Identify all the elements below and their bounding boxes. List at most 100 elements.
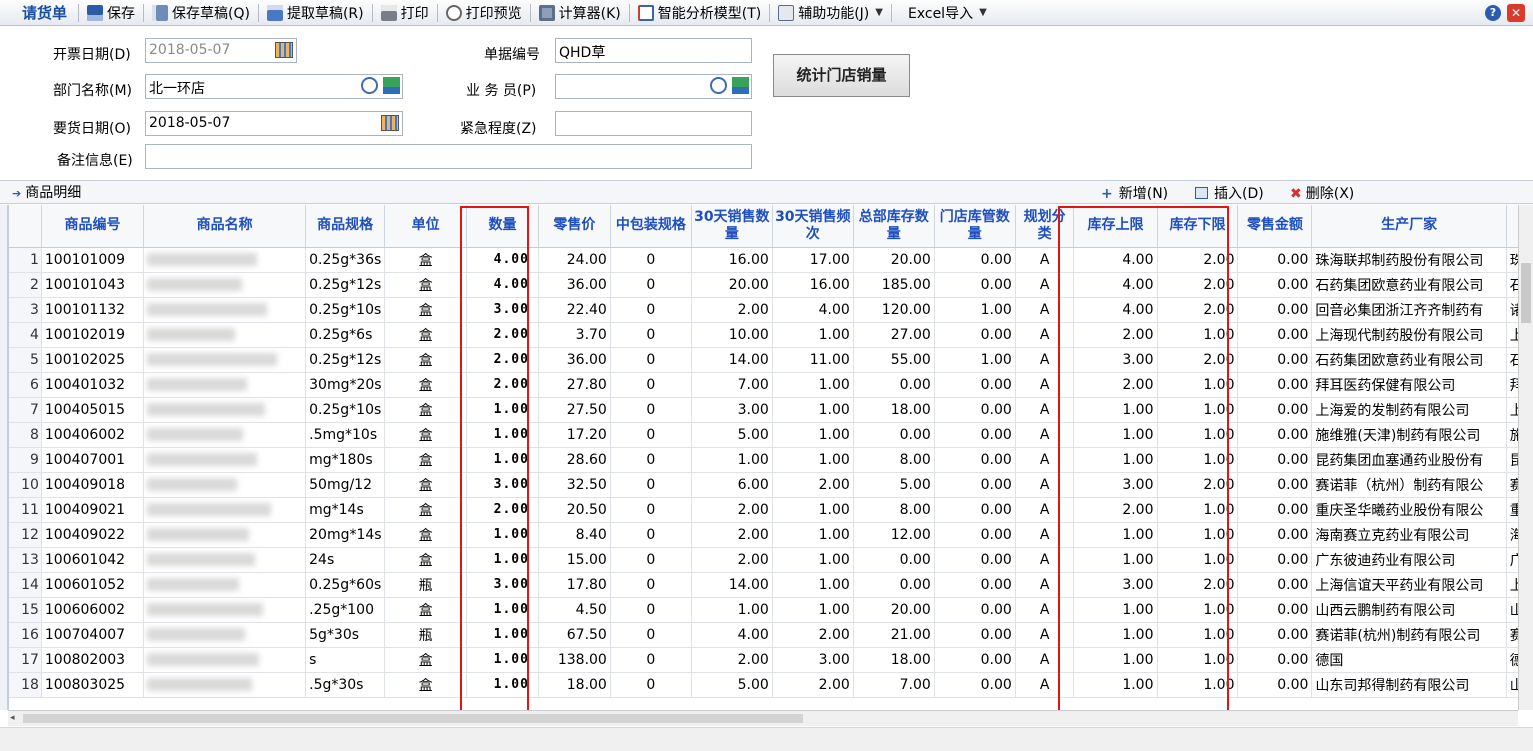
cell-stock-lower[interactable]: 1.00 (1157, 497, 1239, 523)
cell-manufacturer[interactable]: 珠海联邦制药股份有限公司 (1311, 247, 1507, 273)
cell-spec[interactable]: .25g*100 (305, 597, 386, 623)
cell-mid-pack[interactable]: 0 (610, 347, 692, 373)
cell-spec[interactable]: 0.25g*12s (305, 347, 386, 373)
cell-unit[interactable]: 盒 (384, 647, 468, 673)
cell-category[interactable]: A (1015, 322, 1075, 348)
cell-stock-lower[interactable]: 1.00 (1157, 672, 1239, 698)
table-row[interactable]: 12 100409022 20mg*14s 盒 1.00 8.40 0 2.00 1.00 12.… (9, 522, 1518, 548)
cell-manufacturer-short[interactable]: 赛诺 (1506, 622, 1518, 648)
cell-sales-30d-qty[interactable]: 7.00 (691, 372, 773, 398)
cell-spec[interactable]: 0.25g*60s (305, 572, 386, 598)
search-icon[interactable] (710, 77, 727, 94)
cell-unit[interactable]: 盒 (384, 372, 468, 398)
cell-retail-amount[interactable]: 0.00 (1237, 297, 1313, 323)
cell-quantity[interactable]: 1.00 (466, 547, 539, 573)
cell-quantity[interactable]: 1.00 (466, 647, 539, 673)
column-header[interactable]: 数量 (466, 205, 539, 248)
cell-unit[interactable]: 盒 (384, 347, 468, 373)
help-icon[interactable]: ? (1485, 5, 1501, 21)
column-header[interactable]: 商品规格 (305, 205, 386, 248)
cell-manufacturer-short[interactable]: 海南 (1506, 522, 1518, 548)
cell-spec[interactable]: 0.25g*10s (305, 397, 386, 423)
cell-manufacturer-short[interactable]: 广东 (1506, 547, 1518, 573)
column-header[interactable]: 库存下限 (1157, 205, 1239, 248)
cell-manufacturer-short[interactable]: 昆药 (1506, 447, 1518, 473)
cell-category[interactable]: A (1015, 447, 1075, 473)
cell-product-code[interactable]: 100803025 (41, 672, 145, 698)
cell-sales-30d-freq[interactable]: 2.00 (772, 622, 854, 648)
cell-manufacturer[interactable]: 昆药集团血塞通药业股份有 (1311, 447, 1507, 473)
cell-spec[interactable]: 0.25g*12s (305, 272, 386, 298)
cell-retail-amount[interactable]: 0.00 (1237, 547, 1313, 573)
cell-sales-30d-freq[interactable]: 1.00 (772, 597, 854, 623)
cell-store-stock[interactable]: 0.00 (934, 272, 1016, 298)
cell-stock-upper[interactable]: 1.00 (1073, 547, 1158, 573)
cell-sales-30d-freq[interactable]: 1.00 (772, 547, 854, 573)
calendar-icon[interactable] (275, 42, 293, 58)
cell-quantity[interactable]: 1.00 (466, 422, 539, 448)
fetch-draft-button[interactable]: 提取草稿(R) (262, 2, 369, 24)
vertical-scrollbar[interactable] (1518, 205, 1533, 710)
cell-product-code[interactable]: 100601052 (41, 572, 145, 598)
cell-manufacturer[interactable]: 石药集团欧意药业有限公司 (1311, 272, 1507, 298)
cell-stock-upper[interactable]: 4.00 (1073, 272, 1158, 298)
request-date-field[interactable]: 2018-05-07 (145, 111, 403, 136)
cell-retail-price[interactable]: 22.40 (538, 297, 611, 323)
cell-stock-upper[interactable]: 1.00 (1073, 597, 1158, 623)
cell-hq-stock[interactable]: 0.00 (853, 372, 935, 398)
cell-manufacturer[interactable]: 上海信谊天平药业有限公司 (1311, 572, 1507, 598)
scrollbar-thumb[interactable] (1521, 263, 1531, 323)
table-row[interactable]: 6 100401032 30mg*20s 盒 2.00 27.80 0 7.00 1.00 0.0… (9, 372, 1518, 398)
calculator-button[interactable]: 计算器(K) (534, 2, 626, 24)
cell-sales-30d-qty[interactable]: 4.00 (691, 622, 773, 648)
cell-manufacturer-short[interactable]: 珠海 (1506, 247, 1518, 273)
cell-mid-pack[interactable]: 0 (610, 522, 692, 548)
cell-quantity[interactable]: 1.00 (466, 397, 539, 423)
cell-sales-30d-qty[interactable]: 3.00 (691, 397, 773, 423)
stat-store-sales-button[interactable]: 统计门店销量 (773, 54, 910, 97)
cell-manufacturer-short[interactable]: 赛诺 (1506, 472, 1518, 498)
cell-manufacturer-short[interactable]: 上海 (1506, 322, 1518, 348)
cell-sales-30d-freq[interactable]: 1.00 (772, 322, 854, 348)
cell-category[interactable]: A (1015, 522, 1075, 548)
cell-product-name-redacted[interactable] (143, 672, 307, 698)
cell-sales-30d-qty[interactable]: 2.00 (691, 522, 773, 548)
cell-unit[interactable]: 瓶 (384, 622, 468, 648)
tree-select-icon[interactable] (383, 77, 400, 94)
cell-manufacturer[interactable]: 上海现代制药股份有限公司 (1311, 322, 1507, 348)
cell-quantity[interactable]: 1.00 (466, 672, 539, 698)
cell-category[interactable]: A (1015, 497, 1075, 523)
cell-category[interactable]: A (1015, 397, 1075, 423)
cell-sales-30d-qty[interactable]: 2.00 (691, 547, 773, 573)
cell-unit[interactable]: 盒 (384, 497, 468, 523)
cell-product-name-redacted[interactable] (143, 247, 307, 273)
cell-product-code[interactable]: 100606002 (41, 597, 145, 623)
cell-mid-pack[interactable]: 0 (610, 572, 692, 598)
cell-category[interactable]: A (1015, 597, 1075, 623)
print-preview-button[interactable]: 打印预览 (441, 2, 527, 24)
cell-manufacturer[interactable]: 山东司邦得制药有限公司 (1311, 672, 1507, 698)
table-row[interactable]: 1 100101009 0.25g*36s 盒 4.00 24.00 0 16.00 17.00… (9, 247, 1518, 273)
cell-product-code[interactable]: 100102019 (41, 322, 145, 348)
cell-retail-amount[interactable]: 0.00 (1237, 272, 1313, 298)
scroll-left-arrow-icon[interactable]: ◂ (10, 713, 15, 723)
cell-stock-lower[interactable]: 1.00 (1157, 372, 1239, 398)
cell-stock-lower[interactable]: 1.00 (1157, 447, 1239, 473)
cell-sales-30d-qty[interactable]: 16.00 (691, 247, 773, 273)
cell-store-stock[interactable]: 0.00 (934, 647, 1016, 673)
cell-category[interactable]: A (1015, 272, 1075, 298)
cell-stock-lower[interactable]: 1.00 (1157, 522, 1239, 548)
print-button[interactable]: 打印 (376, 2, 434, 24)
cell-retail-amount[interactable]: 0.00 (1237, 572, 1313, 598)
cell-retail-price[interactable]: 36.00 (538, 347, 611, 373)
cell-product-name-redacted[interactable] (143, 572, 307, 598)
cell-stock-lower[interactable]: 1.00 (1157, 622, 1239, 648)
cell-unit[interactable]: 盒 (384, 547, 468, 573)
column-header[interactable]: 30天销售频次 (772, 205, 854, 248)
table-row[interactable]: 9 100407001 mg*180s 盒 1.00 28.60 0 1.00 1.00 8.00… (9, 447, 1518, 473)
cell-sales-30d-freq[interactable]: 17.00 (772, 247, 854, 273)
cell-stock-upper[interactable]: 2.00 (1073, 372, 1158, 398)
cell-store-stock[interactable]: 0.00 (934, 447, 1016, 473)
cell-retail-price[interactable]: 4.50 (538, 597, 611, 623)
cell-category[interactable]: A (1015, 422, 1075, 448)
